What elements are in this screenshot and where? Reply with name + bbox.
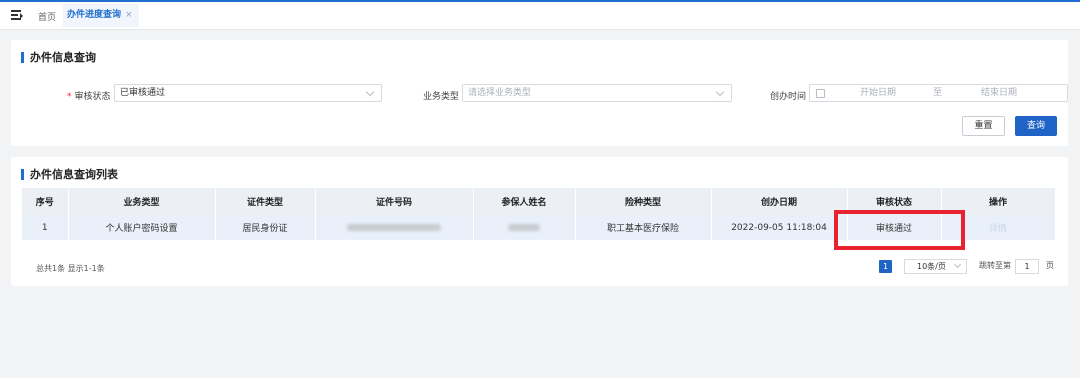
jump-prefix: 跳转至第	[979, 261, 1011, 270]
cell-index: 1	[22, 215, 69, 240]
tab-home[interactable]: 首页	[38, 10, 56, 23]
col-header-id-type: 证件类型	[215, 188, 316, 215]
col-header-index: 序号	[22, 188, 69, 215]
search-panel-title: 办件信息查询	[21, 52, 96, 63]
chevron-down-icon	[715, 87, 725, 97]
calendar-icon	[816, 89, 825, 98]
status-label: * 审核状态	[67, 92, 111, 102]
page-number-current[interactable]: 1	[879, 260, 892, 273]
col-header-insurance: 险种类型	[575, 188, 712, 215]
tab-progress-query[interactable]: 办件进度查询 ×	[63, 4, 139, 27]
col-header-biz-type: 业务类型	[68, 188, 216, 215]
result-panel-title: 办件信息查询列表	[21, 169, 118, 180]
result-summary: 总共1条 显示1-1条	[36, 264, 105, 273]
col-header-id-number: 证件号码	[315, 188, 474, 215]
jump-suffix: 页	[1046, 261, 1054, 270]
date-end[interactable]: 结束日期	[981, 85, 1017, 101]
tab-bar: 首页 办件进度查询 ×	[0, 2, 1080, 30]
date-separator: 至	[933, 88, 943, 98]
detail-link[interactable]: 详情	[989, 224, 1007, 234]
date-label: 创办时间	[770, 92, 807, 102]
cell-biz-type: 个人账户密码设置	[68, 215, 216, 240]
col-header-date: 创办日期	[711, 188, 848, 215]
page-size-select[interactable]: 10条/页	[904, 259, 967, 274]
search-panel: 办件信息查询 * 审核状态 已审核通过 业务类型 请选择业务类型 创办时间 开始日…	[11, 40, 1068, 146]
status-select-value: 已审核通过	[120, 88, 166, 98]
reset-button[interactable]: 重置	[962, 116, 1005, 136]
close-icon[interactable]: ×	[125, 10, 133, 20]
highlight-box	[834, 210, 965, 250]
chevron-down-icon	[953, 260, 962, 269]
menu-collapse-icon[interactable]	[11, 10, 23, 21]
redacted-id-number	[347, 223, 441, 231]
biz-type-label: 业务类型	[423, 92, 460, 102]
query-button[interactable]: 查询	[1015, 116, 1057, 136]
biz-type-select[interactable]: 请选择业务类型	[462, 84, 732, 102]
jump-page-input[interactable]: 1	[1015, 259, 1039, 274]
redacted-name	[508, 223, 540, 231]
cell-date: 2022-09-05 11:18:04	[711, 215, 848, 240]
cell-insurance: 职工基本医疗保险	[575, 215, 712, 240]
cell-id-number	[315, 215, 474, 240]
cell-name	[473, 215, 576, 240]
biz-type-placeholder: 请选择业务类型	[468, 88, 532, 98]
chevron-down-icon	[365, 87, 375, 97]
cell-id-type: 居民身份证	[215, 215, 316, 240]
date-start[interactable]: 开始日期	[860, 85, 896, 101]
required-mark: *	[67, 92, 72, 102]
date-range-picker[interactable]: 开始日期 至 结束日期	[809, 84, 1068, 102]
tab-progress-query-label: 办件进度查询	[67, 10, 122, 20]
status-select[interactable]: 已审核通过	[114, 84, 382, 102]
col-header-name: 参保人姓名	[473, 188, 576, 215]
page-size-value: 10条/页	[917, 262, 946, 271]
